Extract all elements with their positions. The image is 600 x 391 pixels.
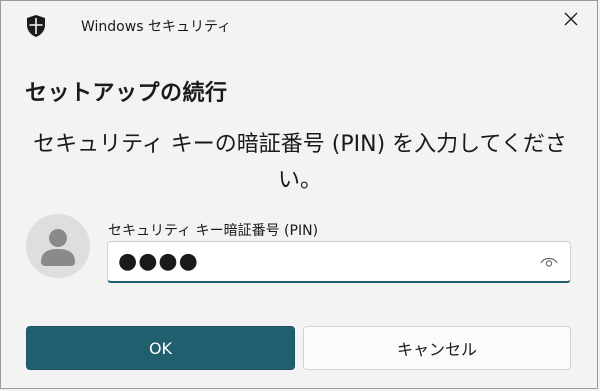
cancel-button[interactable]: キャンセル xyxy=(303,326,571,370)
close-button[interactable] xyxy=(557,7,585,31)
dialog-heading: セットアップの続行 xyxy=(25,81,228,106)
avatar xyxy=(26,214,90,278)
instruction-text: セキュリティ キーの暗証番号 (PIN) を入力してください。 xyxy=(33,132,567,193)
user-icon xyxy=(41,229,75,266)
pin-field-label: セキュリティ キー暗証番号 (PIN) xyxy=(108,223,319,239)
shield-icon xyxy=(27,15,45,37)
ok-button[interactable]: OK xyxy=(26,326,295,370)
eye-icon[interactable] xyxy=(540,255,558,269)
pin-input[interactable]: ●●●● xyxy=(107,241,571,283)
close-icon xyxy=(564,12,578,26)
window-title: Windows セキュリティ xyxy=(81,19,232,35)
security-key-dialog: Windows セキュリティ セットアップの続行 セキュリティ キーの暗証番号 … xyxy=(0,0,598,389)
title-bar: Windows セキュリティ xyxy=(1,1,597,53)
pin-input-value: ●●●● xyxy=(118,249,199,274)
